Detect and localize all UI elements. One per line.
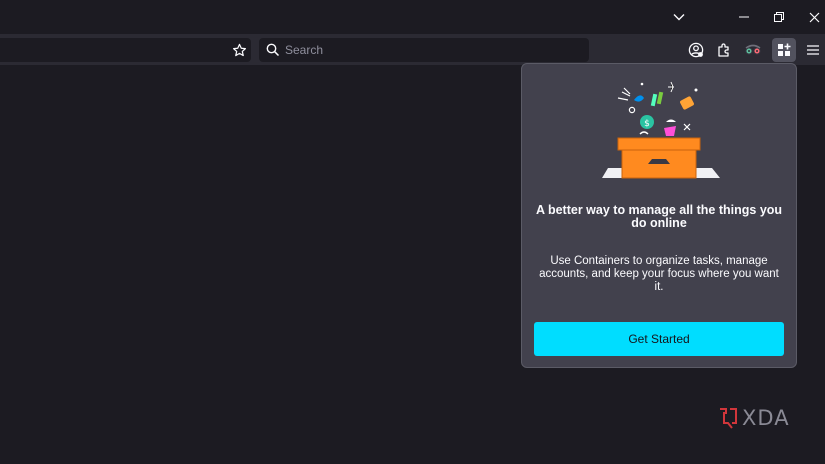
containers-panel: $ A better way to manage all the things … [521,63,797,368]
containers-icon[interactable] [772,38,796,62]
search-box[interactable]: Search [259,38,589,62]
title-bar [0,0,825,34]
extension-glasses-icon[interactable] [741,38,765,62]
minimize-icon[interactable] [727,0,761,34]
chevron-down-icon[interactable] [662,0,696,34]
panel-title: A better way to manage all the things yo… [535,203,783,230]
svg-text:$: $ [644,119,650,129]
xda-logo-icon [720,408,737,429]
containers-illustration: $ [594,78,724,182]
search-icon [266,43,280,57]
address-bar[interactable] [0,38,251,62]
restore-icon[interactable] [762,0,796,34]
xda-watermark: XDA [718,406,790,430]
get-started-button[interactable]: Get Started [534,322,784,356]
star-icon[interactable] [229,40,249,60]
close-icon[interactable] [797,0,825,34]
account-icon[interactable] [684,38,708,62]
menu-icon[interactable] [801,38,825,62]
watermark-text: XDA [742,406,790,430]
panel-description: Use Containers to organize tasks, manage… [539,255,779,293]
extensions-icon[interactable] [712,38,736,62]
search-placeholder: Search [285,43,324,57]
